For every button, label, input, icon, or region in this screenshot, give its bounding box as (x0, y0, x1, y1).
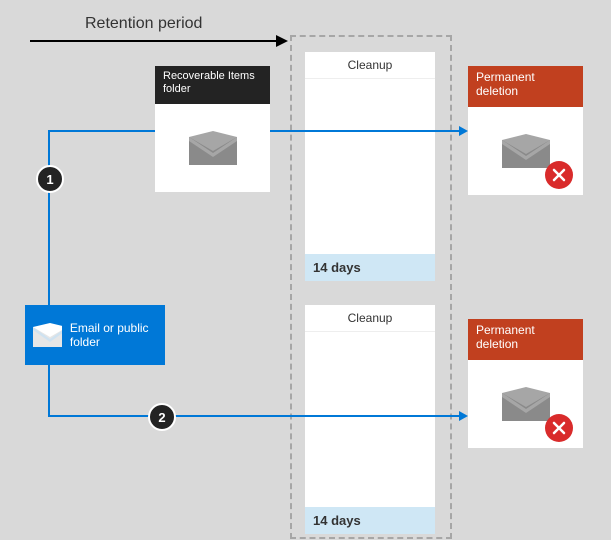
connector (48, 130, 155, 132)
cleanup-label: Cleanup (305, 52, 435, 79)
recoverable-items-body (155, 104, 270, 192)
retention-arrow (30, 40, 278, 42)
envelope-icon (502, 387, 550, 421)
email-source-card: Email or public folder (25, 305, 165, 365)
permanent-deletion-label: Permanent deletion (468, 319, 583, 360)
arrow-head-icon (459, 126, 468, 136)
connector (48, 130, 50, 305)
permanent-deletion-card-bottom: Permanent deletion (468, 319, 583, 448)
delete-x-icon (545, 414, 573, 442)
cleanup-card-top: Cleanup 14 days (305, 52, 435, 281)
envelope-icon (502, 134, 550, 168)
retention-period-label: Retention period (85, 15, 202, 33)
step-badge-2: 2 (148, 403, 176, 431)
permanent-deletion-body (468, 360, 583, 448)
envelope-icon (33, 323, 62, 347)
recoverable-items-label: Recoverable Items folder (155, 66, 270, 104)
recoverable-items-card: Recoverable Items folder (155, 66, 270, 192)
permanent-deletion-card-top: Permanent deletion (468, 66, 583, 195)
connector (48, 365, 50, 415)
permanent-deletion-label: Permanent deletion (468, 66, 583, 107)
email-source-label: Email or public folder (70, 321, 165, 350)
envelope-icon (189, 131, 237, 165)
connector (48, 415, 461, 417)
cleanup-duration: 14 days (305, 254, 435, 281)
arrow-head-icon (459, 411, 468, 421)
permanent-deletion-body (468, 107, 583, 195)
delete-x-icon (545, 161, 573, 189)
connector (270, 130, 461, 132)
diagram-canvas: Retention period Recoverable Items folde… (0, 0, 611, 540)
cleanup-body (305, 332, 435, 507)
cleanup-card-bottom: Cleanup 14 days (305, 305, 435, 534)
cleanup-body (305, 79, 435, 254)
retention-arrow-head (276, 35, 288, 47)
cleanup-label: Cleanup (305, 305, 435, 332)
step-badge-1: 1 (36, 165, 64, 193)
cleanup-duration: 14 days (305, 507, 435, 534)
